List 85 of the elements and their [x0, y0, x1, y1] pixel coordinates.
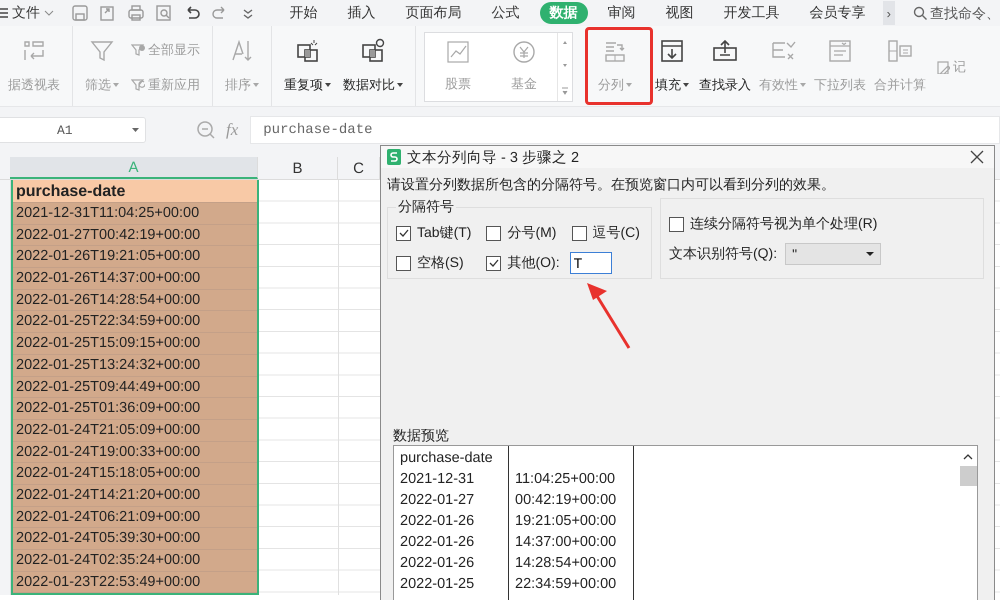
- checkbox[interactable]: 逗号(C): [572, 224, 643, 242]
- preview-cell-text: 19:21:05+00:00: [515, 512, 618, 531]
- preview-cell-text: 11:04:25+00:00: [515, 470, 616, 489]
- table-cell: 2022-01-24T14:21:20+00:00: [13, 484, 257, 507]
- caret-icon: [866, 252, 874, 256]
- scrollbar-thumb[interactable]: [960, 466, 976, 486]
- table-cell: 2022-01-24T21:05:09+00:00: [13, 420, 257, 442]
- print-icon[interactable]: [127, 4, 146, 22]
- merge-icon: [887, 38, 913, 64]
- checkbox[interactable]: 其他(O):: [486, 254, 560, 272]
- compare-icon: [360, 38, 386, 64]
- command-search-field[interactable]: 查找命令、: [913, 5, 1000, 21]
- group-label: 分隔符号: [397, 198, 455, 216]
- ribbon-button[interactable]: 填充: [649, 32, 695, 102]
- preview-cell-text: 2021-12-31: [400, 470, 476, 489]
- table-cell: 2022-01-26T14:37:00+00:00: [13, 268, 257, 290]
- checkbox[interactable]: 空格(S): [396, 252, 474, 274]
- close-icon: [970, 150, 984, 164]
- search-icon: [913, 6, 927, 20]
- preview-cell-text: 14:28:54+00:00: [515, 554, 618, 573]
- filter-refresh-icon: [131, 78, 145, 92]
- print-preview-icon[interactable]: [155, 4, 174, 22]
- table-cell: 2021-12-31T11:04:25+00:00: [13, 203, 257, 225]
- name-box[interactable]: A1: [0, 117, 146, 143]
- arrow-drawing: [585, 282, 631, 350]
- filter-eye-icon: [131, 42, 145, 56]
- instruction-text: 请设置分列数据所包含的分隔符号。在预览窗口内可以看到分列的效果。: [386, 175, 836, 194]
- ribbon-button[interactable]: 查找录入: [695, 32, 755, 102]
- table-cell: 2022-01-25T01:36:09+00:00: [13, 398, 257, 420]
- table-cell: 2022-01-27T00:42:19+00:00: [13, 224, 257, 246]
- ribbon-tab[interactable]: 开始: [280, 2, 328, 24]
- chart-icon: [445, 39, 471, 65]
- ribbon-tab[interactable]: 视图: [656, 2, 704, 24]
- checkbox[interactable]: 分号(M): [486, 224, 560, 242]
- app-logo-icon: [387, 149, 401, 165]
- ribbon-tab[interactable]: 插入: [338, 2, 386, 24]
- file-menu[interactable]: 文件: [0, 4, 68, 22]
- duplicates-icon: [294, 38, 320, 64]
- preview-cell-text: 2022-01-25: [400, 575, 476, 594]
- table-cell: 2022-01-25T22:34:59+00:00: [13, 311, 257, 334]
- save-icon[interactable]: [71, 4, 90, 22]
- table-cell: 2022-01-24T15:18:05+00:00: [13, 463, 257, 485]
- chevron-down-icon: [44, 10, 54, 16]
- ribbon-tab[interactable]: 公式: [482, 2, 530, 24]
- table-cell: 2022-01-26T14:28:54+00:00: [13, 290, 257, 312]
- column-header[interactable]: B: [258, 157, 338, 179]
- preview-cell-text: 2022-01-26: [400, 554, 476, 573]
- more-tabs-button[interactable]: ›: [882, 1, 895, 25]
- ribbon-tab[interactable]: 会员专享: [800, 2, 876, 24]
- check-icon: [488, 259, 499, 267]
- preview-cell-text: 2022-01-26: [400, 533, 476, 552]
- other-delimiter-field[interactable]: T: [570, 252, 612, 274]
- group-label: 数据预览: [393, 427, 450, 445]
- table-cell: 2022-01-25T09:44:49+00:00: [13, 376, 257, 398]
- preview-cell-text: 2022-01-27: [400, 491, 476, 510]
- caret-icon: [132, 128, 139, 132]
- field-label: 文本识别符号(Q):: [669, 245, 778, 263]
- table-cell: 2022-01-25T15:09:15+00:00: [13, 333, 257, 355]
- check-icon: [398, 229, 408, 237]
- preview-cell-text: purchase-date: [400, 449, 494, 468]
- preview-cell-text: 22:34:59+00:00: [515, 575, 618, 594]
- zoom-out-icon[interactable]: [196, 120, 216, 140]
- qualifier-dropdown[interactable]: ": [785, 243, 882, 265]
- checkbox[interactable]: Tab键(T): [396, 224, 474, 242]
- table-cell: 2022-01-25T13:24:32+00:00: [13, 354, 257, 376]
- header-cell: purchase-date: [13, 180, 257, 203]
- checkbox[interactable]: 连续分隔符号视为单个处理(R): [669, 215, 878, 233]
- table-cell: 2022-01-24T05:39:30+00:00: [13, 528, 257, 550]
- ribbon-button[interactable]: 数据对比: [337, 32, 409, 102]
- table-cell: 2022-01-24T19:00:33+00:00: [13, 442, 257, 464]
- table-cell: 2022-01-24T02:35:24+00:00: [13, 550, 257, 572]
- ribbon-tab[interactable]: 审阅: [598, 2, 646, 24]
- preview-cell-text: 14:37:00+00:00: [515, 533, 618, 552]
- formula-field[interactable]: purchase-date: [250, 116, 1000, 144]
- preview-cell-text: 00:42:19+00:00: [515, 491, 618, 510]
- scroll-up-icon: [963, 454, 973, 460]
- preview-cell-text: 2022-01-26: [400, 512, 476, 531]
- table-cell: 2022-01-26T19:21:05+00:00: [13, 246, 257, 268]
- dialog-title: 文本分列向导 - 3 步骤之 2: [407, 148, 580, 166]
- table-cell: 2022-01-24T06:21:09+00:00: [13, 506, 257, 528]
- ribbon-tab[interactable]: 页面布局: [396, 2, 472, 24]
- ribbon-tab[interactable]: 开发工具: [714, 2, 790, 24]
- ribbon-button[interactable]: 重复项: [278, 32, 337, 102]
- table-cell: 2022-01-23T22:53:49+00:00: [13, 572, 257, 594]
- yen-icon: [511, 39, 537, 65]
